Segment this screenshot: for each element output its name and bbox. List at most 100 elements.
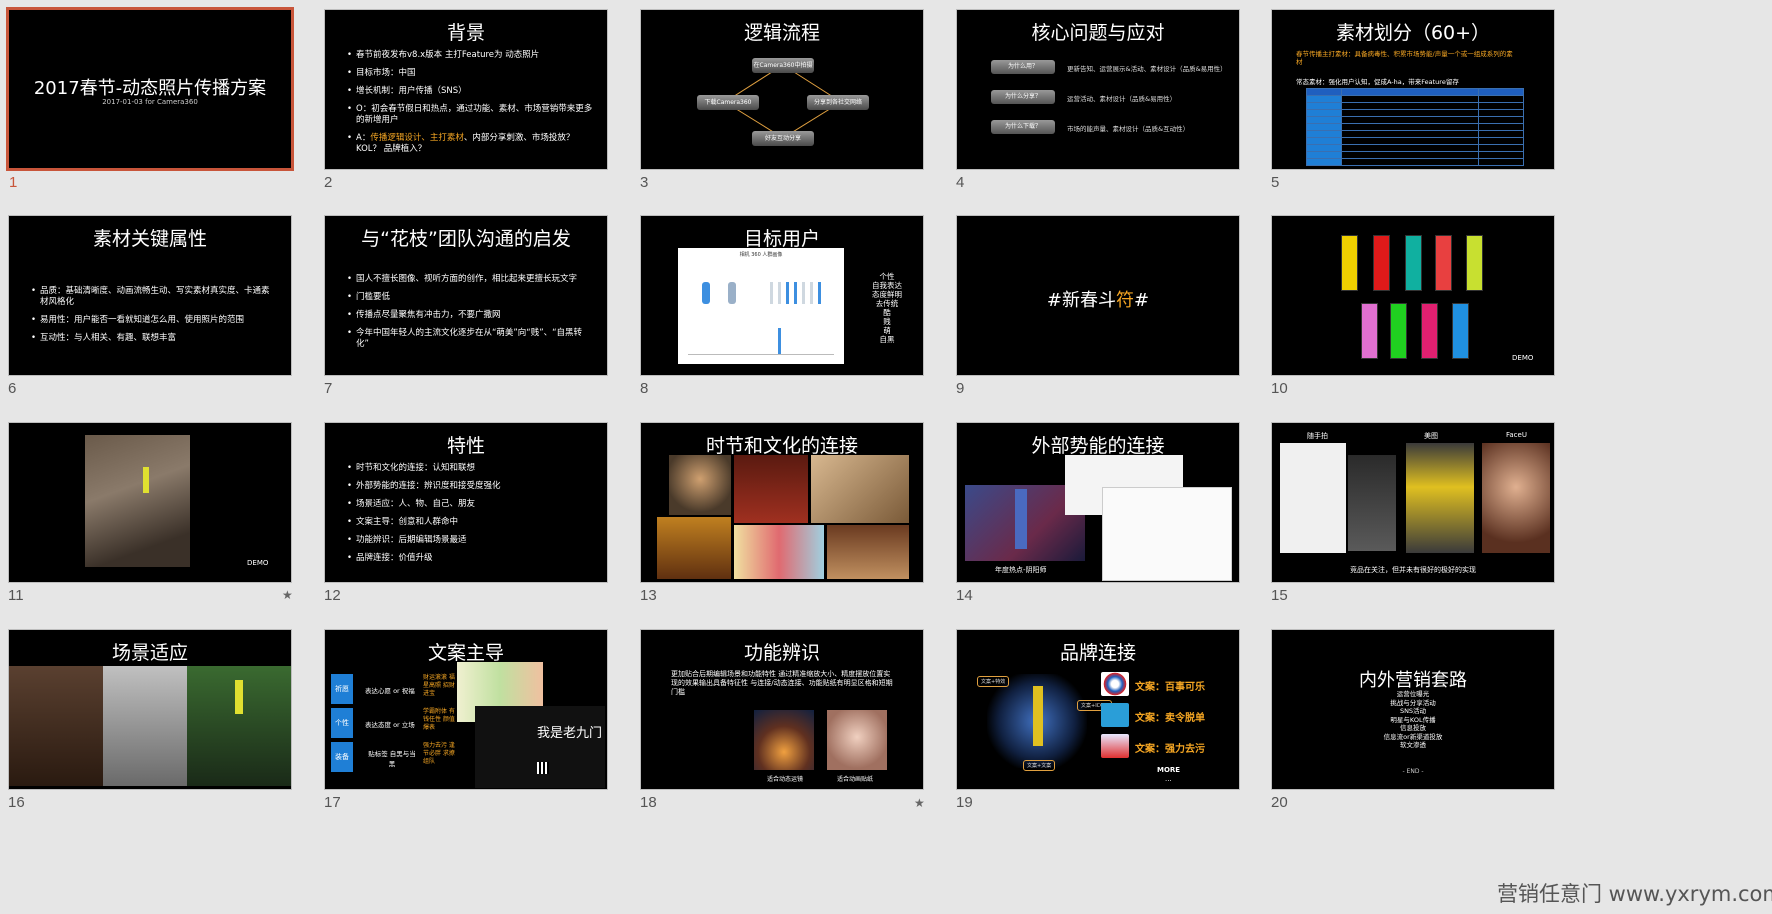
more-dots: ... (1165, 775, 1172, 783)
slide-thumbnail-12[interactable]: 特性 时节和文化的连接：认知和联想 外部势能的连接：辨识度和接受度强化 场景适应… (324, 422, 608, 583)
animation-star-icon: ★ (914, 796, 925, 810)
app-screenshot (1348, 455, 1396, 551)
bar (778, 282, 781, 304)
bullet: 春节前夜发布v8.x版本 主打Feature为 动态照片 (347, 50, 593, 61)
qr-code-icon (537, 762, 549, 774)
hashtag-title: #新春斗符# (957, 286, 1239, 312)
star-talisman-image (1015, 489, 1027, 549)
competitor-label: 美图 (1424, 432, 1438, 440)
slide-title: 与“花枝”团队沟通的启发 (361, 228, 571, 250)
slide-thumbnail-17[interactable]: 文案主导 祈愿 表达心愿 or 祝福 财运滚滚 福星高照 招财进宝 个性 表达态… (324, 629, 608, 790)
weibo-screenshot (1102, 487, 1232, 581)
bullet: 增长机制：用户传播（SNS） (347, 86, 593, 97)
end-label: - END - (1402, 768, 1424, 775)
slide-thumbnail-10[interactable]: DEMO (1271, 215, 1555, 376)
bullet: O：初会春节假日和热点，通过功能、素材、市场营销带来更多的新增用户 (347, 104, 593, 126)
slide-thumbnail-18[interactable]: 功能辨识 更加贴合后期编辑场景和功能特性 通过精准缩放大小、精度摆放位置实现的效… (640, 629, 924, 790)
slide-thumbnail-5[interactable]: 素材划分（60+） 春节传播主打素材：具备病毒性、积累市场势能/声量一个或一组成… (1271, 9, 1555, 170)
persona-chart: 相机 360 人群画像 (678, 248, 844, 364)
slide-thumbnail-7[interactable]: 与“花枝”团队沟通的启发 国人不擅长图像、视听方面的创作，相比起来更擅长玩文字 … (324, 215, 608, 376)
slide-number: 9 (956, 380, 965, 397)
brand-copy: 文案：卖令脱单 (1135, 713, 1205, 724)
hashtag-accent: 符 (1116, 290, 1134, 311)
category-desc: 表达心愿 or 祝福 (365, 687, 415, 695)
image-caption: 适合动态运镜 (767, 776, 804, 783)
slide-title: 背景 (446, 22, 485, 44)
strategy-item: 挑战与分享活动 (1390, 698, 1436, 707)
more-label: MORE (1157, 766, 1181, 774)
zombie-figure-image (669, 455, 731, 515)
bullet-list: 品质：基础清晰度、动画流畅生动、写实素材真实度、卡通素材风格化 易用性：用户能否… (31, 286, 277, 351)
slide-number: 18 (640, 794, 657, 811)
talisman-image (1373, 235, 1390, 291)
bullet: 品质：基础清晰度、动画流畅生动、写实素材真实度、卡通素材风格化 (31, 286, 277, 308)
slide-thumbnail-9[interactable]: #新春斗符# (956, 215, 1240, 376)
slide-thumbnail-11[interactable]: DEMO (8, 422, 292, 583)
flow-node: 分享到各社交网络 (807, 95, 869, 110)
material-table (1306, 88, 1524, 166)
demo-label: DEMO (247, 559, 269, 567)
detergent-logo (1101, 734, 1129, 758)
handwriting-text: 我是老九门 (537, 726, 603, 741)
flow-node: 下载Camera360 (697, 95, 759, 110)
callout-label: 文案+文案 (1023, 760, 1056, 771)
slide-thumbnail-4[interactable]: 核心问题与应对 为什么用？ 更新告知、运营展示&活动、素材设计（品质&易用性） … (956, 9, 1240, 170)
tag: 酷 (883, 308, 891, 317)
slide-number: 6 (8, 380, 17, 397)
temple-image (734, 455, 808, 523)
bullet: 门槛要低 (347, 292, 593, 303)
slide-title: 外部势能的连接 (1031, 435, 1165, 457)
strategy-item: 明星与KOL传播 (1390, 715, 1436, 724)
bullet-list: 国人不擅长图像、视听方面的创作，相比起来更擅长玩文字 门槛要低 传播点尽量聚焦有… (347, 274, 593, 357)
slide-thumbnail-14[interactable]: 外部势能的连接 年度热点-阴阳师 (956, 422, 1240, 583)
persona-tags: 个性 自我表达 态度鲜明 去传统 酷 贱 萌 自黑 (865, 272, 909, 344)
tag: 萌 (883, 326, 891, 335)
slide-thumbnail-8[interactable]: 目标用户 相机 360 人群画像 个性 自我表达 态度鲜明 去传统 酷 贱 萌 … (640, 215, 924, 376)
slide-thumbnail-16[interactable]: 场景适应 (8, 629, 292, 790)
slide-thumbnail-15[interactable]: 随手拍 美图 FaceU 竞品在关注，但并未有很好的极好的实现 (1271, 422, 1555, 583)
chart-title: 相机 360 人群画像 (739, 252, 783, 258)
bullet: 品牌连接：价值升级 (347, 553, 593, 564)
talisman-image (1466, 235, 1483, 291)
bullet: 更加贴合后期编辑场景和功能特性 通过精准缩放大小、精度摆放位置实现的效果输出具备… (671, 670, 893, 696)
bullet: 功能辨识：后期编辑场景最适 (347, 535, 593, 546)
bullet: 常态素材：强化用户认知，促成A-ha，带来Feature留存 (1296, 78, 1459, 86)
pepsi-logo (1101, 672, 1129, 696)
talisman-image (1405, 235, 1422, 291)
talisman-image (1452, 303, 1469, 359)
category-label: 装备 (331, 742, 353, 772)
bullet: 今年中国年轻人的主流文化逐步在从“萌美”向“贱”、“自黑转化” (347, 328, 593, 350)
slide-number: 2 (324, 174, 333, 191)
bullet-list: 春节前夜发布v8.x版本 主打Feature为 动态照片 目标市场：中国 增长机… (347, 50, 593, 162)
slide-title: 核心问题与应对 (1031, 22, 1165, 44)
bar (810, 282, 813, 304)
office-photo (9, 666, 103, 786)
question-pill: 为什么分享？ (991, 90, 1055, 104)
slide-title: 功能辨识 (743, 642, 820, 664)
slide-thumbnail-6[interactable]: 素材关键属性 品质：基础清晰度、动画流畅生动、写实素材真实度、卡通素材风格化 易… (8, 215, 292, 376)
slide-number: 13 (640, 587, 657, 604)
strategy-item: 运营位曝光 (1396, 690, 1430, 698)
copy-examples: 财运滚滚 福星高照 招财进宝 (423, 674, 455, 697)
wooden-plaques-image (811, 455, 909, 523)
bullet-list: 时节和文化的连接：认知和联想 外部势能的连接：辨识度和接受度强化 场景适应：人、… (347, 463, 593, 571)
slide-thumbnail-2[interactable]: 背景 春节前夜发布v8.x版本 主打Feature为 动态照片 目标市场：中国 … (324, 9, 608, 170)
slide-title: 场景适应 (111, 642, 188, 664)
competitor-label: 随手拍 (1307, 432, 1328, 440)
slide-number: 20 (1271, 794, 1288, 811)
slide-thumbnail-1[interactable]: 2017春节-动态照片传播方案 2017-01-03 for Camera360 (6, 7, 294, 171)
talisman-image (1341, 235, 1358, 291)
slide-thumbnail-20[interactable]: 内外营销套路 运营位曝光 挑战与分享活动 SNS活动 明星与KOL传播 信息投放… (1271, 629, 1555, 790)
flow-node: 好友互动分享 (752, 131, 814, 146)
bullet: 目标市场：中国 (347, 68, 593, 79)
slide-thumbnail-19[interactable]: 品牌连接 文案+特效 文案+ICON 文案+文案 文案：百事可乐 文案：卖令脱单… (956, 629, 1240, 790)
bullet: 文案主导：创意和人群命中 (347, 517, 593, 528)
slide-title: 目标用户 (743, 228, 820, 250)
bullet: 外部势能的连接：辨识度和接受度强化 (347, 481, 593, 492)
answer-text: 市场的能声量、素材设计（品质&互动性） (1067, 125, 1190, 133)
answer-text: 运营活动、素材设计（品质&易用性） (1067, 95, 1177, 103)
slide-thumbnail-3[interactable]: 逻辑流程 在Camera360中拍摄 下载Camera360 分享到各社交网络 … (640, 9, 924, 170)
bullet: 传播点尽量聚焦有冲击力，不要广撒网 (347, 310, 593, 321)
image-caption: 适合动画贴纸 (837, 776, 874, 783)
slide-thumbnail-13[interactable]: 时节和文化的连接 (640, 422, 924, 583)
